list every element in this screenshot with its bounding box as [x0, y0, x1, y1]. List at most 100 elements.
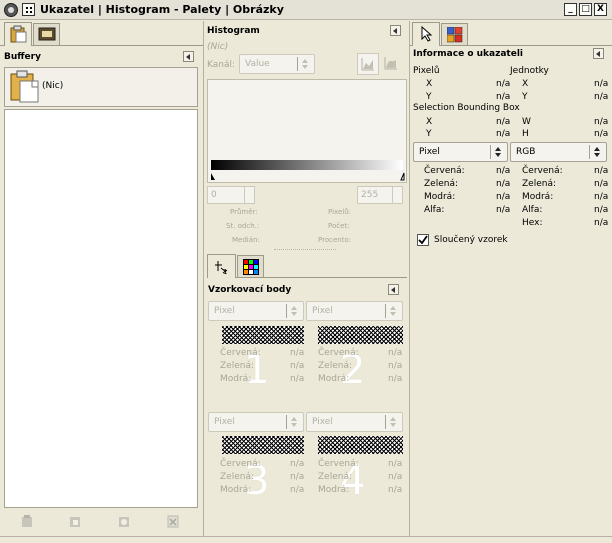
- left-blue-label: Modrá:: [424, 192, 456, 202]
- mode-value: Pixel: [419, 147, 440, 157]
- hex-label: Hex:: [522, 218, 543, 228]
- color-palette-icon: [243, 259, 259, 275]
- red-value: n/a: [290, 459, 305, 469]
- sample-point-2-mode-select[interactable]: Pixel: [306, 301, 403, 321]
- sample-point-icon: 1: [215, 261, 227, 275]
- blue-label: Modrá:: [318, 374, 350, 384]
- combo-arrows-icon: [286, 304, 300, 318]
- image-tab-icon: [38, 27, 56, 41]
- bbox-y-label: Y: [426, 129, 432, 139]
- right-blue-label: Modrá:: [522, 192, 554, 202]
- log-histogram-button[interactable]: [381, 53, 403, 75]
- right-alpha-value: n/a: [594, 205, 609, 215]
- red-value: n/a: [388, 459, 403, 469]
- title-bar: Ukazatel | Histogram - Palety | Obrázky …: [0, 0, 612, 20]
- bottom-border: [0, 536, 612, 537]
- window-title: Ukazatel | Histogram - Palety | Obrázky: [40, 3, 284, 16]
- channel-value: Value: [245, 59, 270, 69]
- sample-point-1-swatch: [222, 326, 304, 344]
- maximize-button[interactable]: □: [579, 3, 592, 16]
- bounding-box-heading: Selection Bounding Box: [413, 103, 520, 113]
- pointer-info-title: Informace o ukazateli: [413, 49, 523, 59]
- histogram-view[interactable]: [207, 79, 407, 183]
- color-squares-icon: [447, 27, 463, 43]
- red-label: Červená:: [318, 459, 359, 469]
- red-label: Červená:: [220, 348, 261, 358]
- tab-pointer[interactable]: [412, 22, 440, 46]
- channel-label: Kanál:: [207, 60, 236, 70]
- range-start-value: 0: [211, 190, 217, 200]
- combo-arrows-icon: [385, 304, 399, 318]
- tab-divider: [207, 277, 407, 278]
- combo-arrows-icon: [490, 145, 504, 159]
- checkmark-icon: [418, 235, 428, 245]
- right-red-label: Červená:: [522, 166, 563, 176]
- sample-point-4-swatch: [318, 436, 403, 454]
- left-red-value: n/a: [496, 166, 511, 176]
- green-label: Zelená:: [318, 472, 352, 482]
- tab-color-info[interactable]: [441, 23, 468, 45]
- pointer-menu-button[interactable]: [593, 48, 604, 59]
- histogram-title: Histogram: [207, 26, 260, 36]
- mode-value: Pixel: [214, 417, 235, 427]
- left-alpha-value: n/a: [496, 205, 511, 215]
- buffers-title: Buffery: [4, 52, 41, 62]
- sample-points-menu-button[interactable]: [388, 284, 399, 295]
- sample-merged-label[interactable]: Sloučený vzorek: [434, 235, 508, 245]
- left-green-value: n/a: [496, 179, 511, 189]
- left-red-label: Červená:: [424, 166, 465, 176]
- paste-icon[interactable]: [20, 514, 34, 528]
- red-label: Červená:: [220, 459, 261, 469]
- spinner-arrows-icon: [392, 187, 402, 203]
- gimp-app-icon[interactable]: [4, 3, 18, 17]
- sample-point-3-swatch: [222, 436, 304, 454]
- pointer-dock: Informace o ukazateli Pixelů Jednotky X …: [410, 21, 612, 543]
- pixels-heading: Pixelů: [413, 66, 440, 76]
- blue-value: n/a: [290, 374, 305, 384]
- right-green-value: n/a: [594, 179, 609, 189]
- bbox-h-label: H: [522, 129, 529, 139]
- range-sliders: [211, 172, 405, 181]
- right-blue-value: n/a: [594, 192, 609, 202]
- buffers-menu-button[interactable]: [183, 51, 194, 62]
- sample-point-4-mode-select[interactable]: Pixel: [306, 412, 403, 432]
- buffer-list-item[interactable]: (Nic): [4, 67, 198, 107]
- channel-select[interactable]: Value: [239, 54, 315, 74]
- range-end-spinner[interactable]: 255: [357, 186, 403, 204]
- stat-pixels-label: Pixelů:: [328, 208, 351, 216]
- tab-sample-points[interactable]: 1: [207, 254, 236, 278]
- paste-as-new-icon[interactable]: [117, 514, 131, 528]
- pointer-color-mode-left-select[interactable]: Pixel: [413, 142, 508, 162]
- log-scale-icon: [384, 57, 397, 70]
- right-red-value: n/a: [594, 166, 609, 176]
- histogram-menu-button[interactable]: [390, 25, 401, 36]
- tab-images[interactable]: [33, 23, 60, 45]
- clipboard-icon: [10, 25, 27, 43]
- bbox-h-value: n/a: [594, 129, 609, 139]
- unit-y-label: Y: [522, 92, 528, 102]
- pane-handle[interactable]: [274, 249, 336, 250]
- green-label: Zelená:: [220, 361, 254, 371]
- combo-arrows-icon: [286, 415, 300, 429]
- combo-arrows-icon: [385, 415, 399, 429]
- blue-value: n/a: [388, 485, 403, 495]
- tab-colors[interactable]: [237, 255, 264, 277]
- sample-point-1-mode-select[interactable]: Pixel: [208, 301, 304, 321]
- paste-into-icon[interactable]: [68, 514, 82, 528]
- dock-grip-icon[interactable]: [22, 3, 35, 16]
- buffer-list[interactable]: [4, 109, 198, 508]
- pixel-x-value: n/a: [496, 79, 511, 89]
- sample-merged-checkbox[interactable]: [417, 234, 429, 246]
- range-start-spinner[interactable]: 0: [207, 186, 255, 204]
- minimize-button[interactable]: _: [564, 3, 577, 16]
- stat-count-label: Počet:: [328, 222, 350, 230]
- left-blue-value: n/a: [496, 192, 511, 202]
- tab-buffers[interactable]: [4, 22, 32, 46]
- pointer-color-mode-right-select[interactable]: RGB: [510, 142, 607, 162]
- close-button[interactable]: X: [594, 3, 607, 16]
- delete-buffer-icon[interactable]: [166, 514, 180, 528]
- linear-histogram-button[interactable]: [357, 53, 379, 75]
- svg-text:1: 1: [223, 268, 227, 275]
- sample-point-3-mode-select[interactable]: Pixel: [208, 412, 304, 432]
- histogram-dock: Histogram (Nic) Kanál: Value 0 255 Průmě…: [204, 21, 409, 543]
